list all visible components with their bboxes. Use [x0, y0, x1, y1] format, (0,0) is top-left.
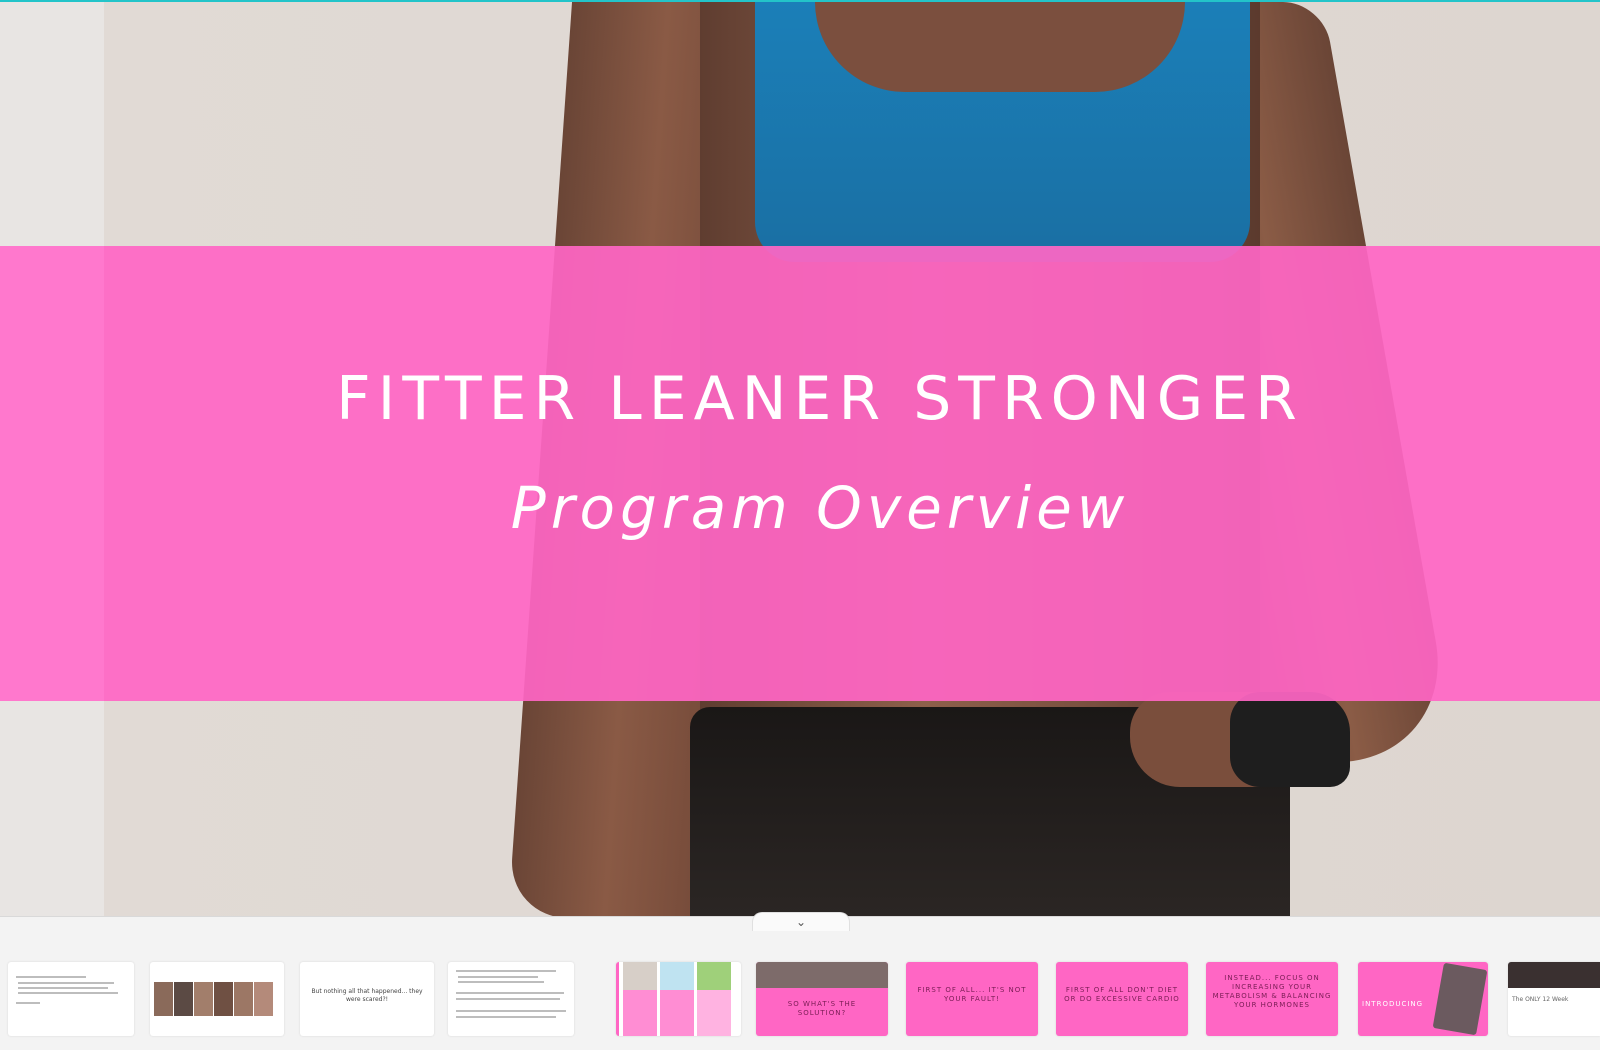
thumb-photo	[234, 982, 253, 1016]
slide-thumbnail-2[interactable]	[150, 962, 284, 1036]
thumb-text-line	[16, 976, 86, 978]
thumb-photo	[1432, 962, 1488, 1036]
slide-thumbnail-1[interactable]	[8, 962, 134, 1036]
thumb-text-line	[458, 981, 544, 983]
thumb-photo	[174, 982, 193, 1016]
slide-title[interactable]: FITTER LEANER STRONGER	[0, 364, 1600, 434]
thumb-column-photo	[660, 962, 694, 990]
chevron-down-icon: ⌄	[795, 915, 807, 929]
slide-thumbnail-7[interactable]: FIRST OF ALL... IT'S NOT YOUR FAULT!	[906, 962, 1038, 1036]
filmstrip-collapse-button[interactable]: ⌄	[752, 912, 850, 931]
slide-thumbnail-9[interactable]: INSTEAD... FOCUS ON INCREASING YOUR META…	[1206, 962, 1338, 1036]
thumb-caption: INSTEAD... FOCUS ON INCREASING YOUR META…	[1212, 974, 1332, 1009]
thumb-text-line	[456, 970, 556, 972]
thumb-text-line	[456, 1016, 556, 1018]
figure-neckline	[815, 2, 1185, 92]
thumb-photo	[1508, 962, 1600, 988]
thumb-caption: But nothing all that happened... they we…	[311, 988, 423, 1003]
thumb-photo	[254, 982, 273, 1016]
thumb-caption: SO WHAT'S THE SOLUTION?	[787, 1000, 857, 1017]
thumb-caption: FIRST OF ALL... IT'S NOT YOUR FAULT!	[917, 986, 1027, 1003]
slide-thumbnail-10[interactable]: INTRODUCING	[1358, 962, 1488, 1036]
thumb-text-line	[16, 1002, 40, 1004]
thumb-text-line	[18, 982, 114, 984]
slide-thumbnail-3[interactable]: But nothing all that happened... they we…	[300, 962, 434, 1036]
thumb-photo	[214, 982, 233, 1016]
thumb-text-line	[456, 1010, 566, 1012]
slide-thumbnail-5-selected[interactable]	[616, 962, 741, 1036]
thumb-text-line	[456, 998, 560, 1000]
slide-thumbnail-11[interactable]: The ONLY 12 Week	[1508, 962, 1600, 1036]
thumb-photo	[756, 962, 888, 988]
thumb-text-line	[18, 987, 108, 989]
thumb-column-photo	[623, 962, 657, 990]
thumb-text-line	[18, 992, 118, 994]
thumb-text-line	[456, 992, 564, 994]
thumb-text-line	[458, 976, 538, 978]
thumb-photo	[154, 982, 173, 1016]
thumb-caption: INTRODUCING	[1362, 1000, 1424, 1008]
thumb-column-photo	[697, 962, 731, 990]
thumb-photo	[194, 982, 213, 1016]
slide-subtitle[interactable]: Program Overview	[0, 474, 1600, 542]
slide-canvas[interactable]: FITTER LEANER STRONGER Program Overview	[0, 0, 1600, 916]
thumb-caption: FIRST OF ALL DON'T DIET OR DO EXCESSIVE …	[1064, 986, 1180, 1003]
figure-glove	[1230, 692, 1350, 787]
slide-thumbnail-8[interactable]: FIRST OF ALL DON'T DIET OR DO EXCESSIVE …	[1056, 962, 1188, 1036]
slide-thumbnail-6[interactable]: SO WHAT'S THE SOLUTION?	[756, 962, 888, 1036]
slide-thumbnail-4[interactable]	[448, 962, 574, 1036]
thumb-caption: The ONLY 12 Week	[1512, 996, 1569, 1003]
